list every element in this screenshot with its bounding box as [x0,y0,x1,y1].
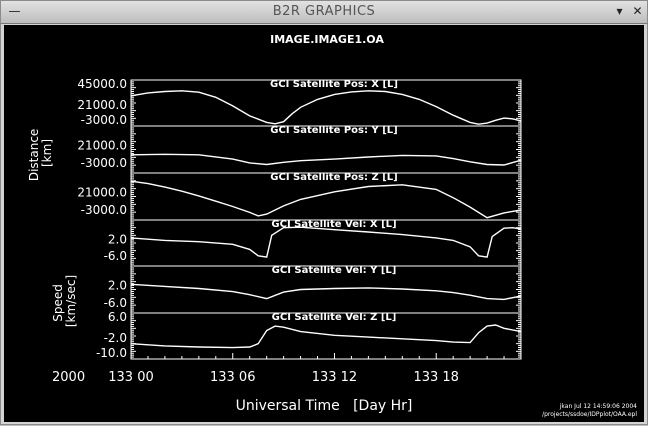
panel-title: GCI Satellite Pos: Z [L] [270,172,397,183]
x-tick-label: 133 12 [312,370,358,385]
panel-title: GCI Satellite Pos: X [L] [270,79,398,90]
speed-label-line2: [km/sec] [64,275,78,327]
panel-title: GCI Satellite Vel: X [L] [271,219,396,230]
y-tick-label: 45000.0 [77,77,127,91]
y-tick-label: -3000.0 [81,113,127,127]
y-tick-label: -6.0 [104,296,127,310]
series-line-0 [130,90,522,125]
minimize-icon[interactable]: ▾ [612,4,627,19]
x-tick-label: 133 00 [108,370,154,385]
series-line-5 [130,324,522,349]
window-title: B2R GRAPHICS [272,4,376,19]
app-window: — B2R GRAPHICS ▾ ✕ IMAGE.IMAGE1.OA 2000 … [0,0,648,425]
footer-line-1: jkan Jul 12 14:59:06 2004 [559,403,637,410]
y-tick-label: -2.0 [104,331,127,345]
panel-title: GCI Satellite Pos: Y [L] [270,125,397,136]
series-line-2 [130,180,522,219]
y-tick-label: -6.0 [104,249,127,263]
panel-title: GCI Satellite Vel: Y [L] [272,265,397,276]
x-tick-label: 133 06 [210,370,256,385]
speed-axis-label: Speed [km/sec] [51,275,78,327]
figure-title: IMAGE.IMAGE1.OA [270,33,384,46]
distance-axis-label: Distance [km] [27,125,54,181]
x-tick-label: 133 18 [413,370,459,385]
y-tick-label: 21000.0 [77,98,127,112]
y-tick-label: 2.0 [108,232,127,246]
distance-label-line2: [km] [40,139,54,167]
plot-area: IMAGE.IMAGE1.OA 2000 Universal Time [Day… [4,25,644,422]
y-tick-label: -3000.0 [81,156,127,170]
footer-line-2: /projects/ssdoe/IDPplot/OAA.epl [542,411,637,418]
series-line-3 [130,226,522,258]
y-tick-label: 21000.0 [77,186,127,200]
speed-label-line1: Speed [51,284,65,322]
y-tick-label: 6.0 [108,310,127,324]
stacked-line-chart: IMAGE.IMAGE1.OA 2000 Universal Time [Day… [27,33,637,418]
y-tick-label: 21000.0 [77,139,127,153]
panel-title: GCI Satellite Vel: Z [L] [272,312,397,323]
y-tick-label: -3000.0 [81,203,127,217]
panels-group: 45000.021000.0-3000.0GCI Satellite Pos: … [77,77,522,385]
distance-label-line1: Distance [27,129,41,181]
y-tick-label: -10.0 [96,346,127,360]
title-bar: — B2R GRAPHICS ▾ ✕ [1,1,647,24]
y-tick-label: 2.0 [108,279,127,293]
close-icon[interactable]: ✕ [630,4,645,19]
series-line-1 [130,153,522,166]
series-line-4 [130,283,522,301]
year-label: 2000 [52,370,85,385]
x-axis-label: Universal Time [Day Hr] [236,398,413,414]
